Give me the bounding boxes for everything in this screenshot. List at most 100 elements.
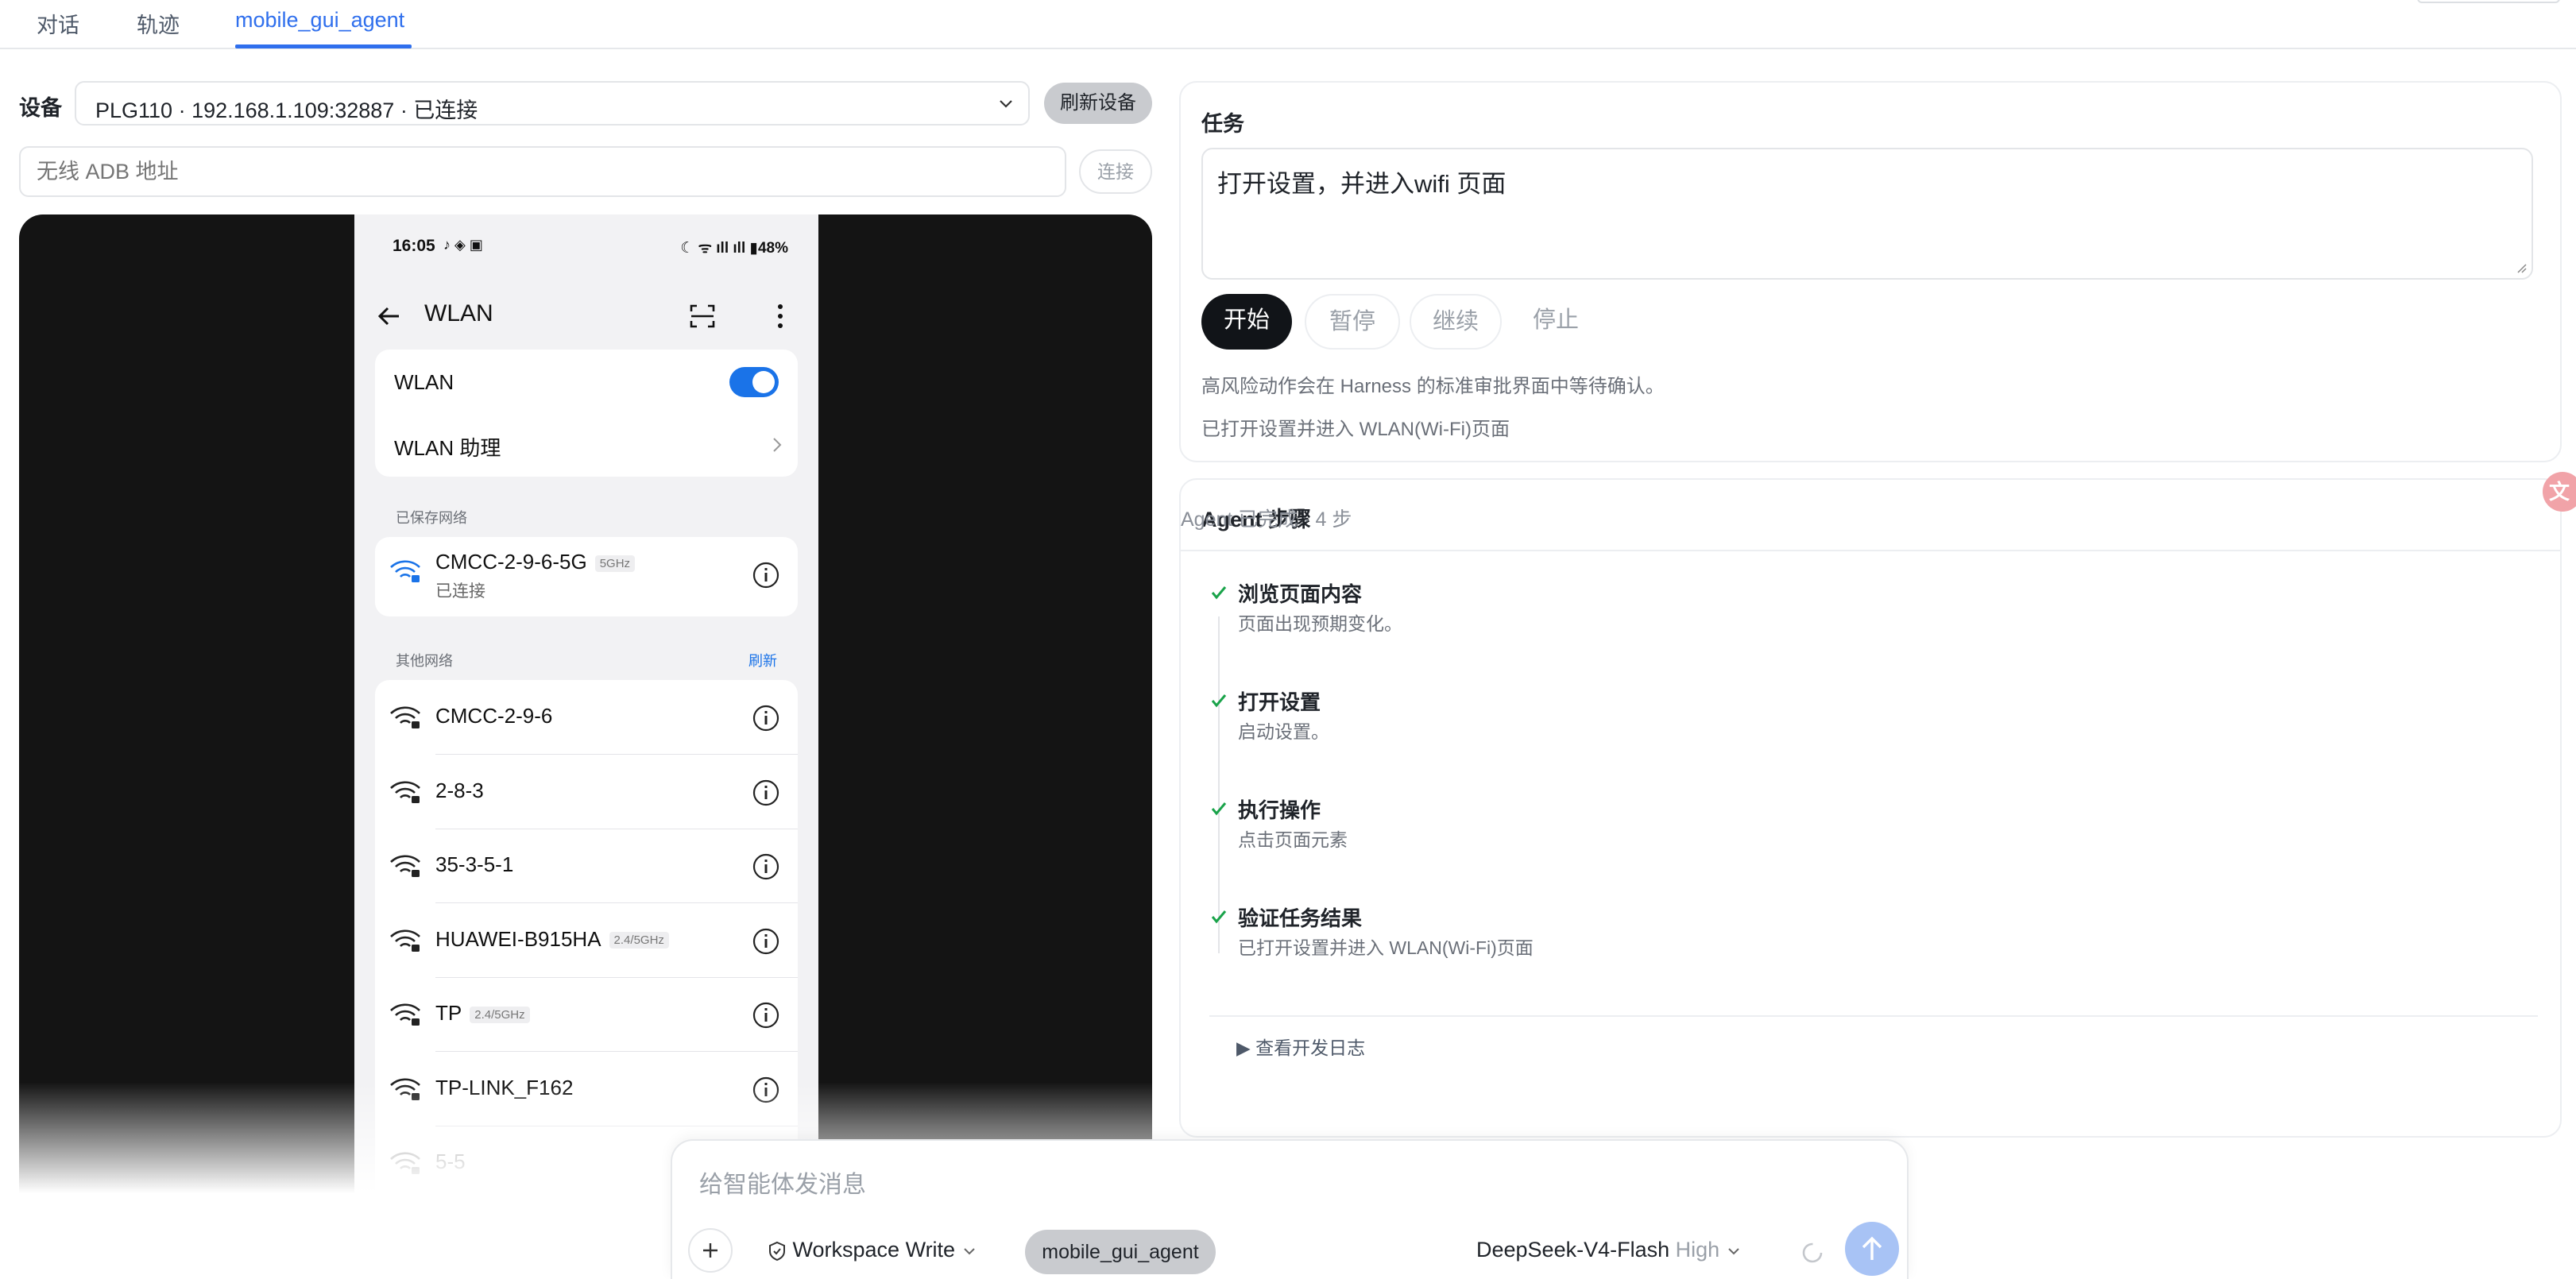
refresh-device-button[interactable]: 刷新设备 [1044, 83, 1152, 124]
model-name: DeepSeek-V4-Flash [1476, 1238, 1670, 1262]
dev-log-toggle[interactable]: ▶ 查看开发日志 [1236, 1033, 1365, 1060]
step-item: 执行操作 点击页面元素 [1209, 794, 1924, 890]
step-item: 打开设置 启动设置。 [1209, 686, 1924, 782]
network-row[interactable]: 35-3-5-1 [375, 829, 798, 903]
step-title: 验证任务结果 [1238, 906, 1363, 930]
phone-status-bar: 16:05 ♪ ◈ ▣ ☾ ᯤ ıll ıll ▮48% [354, 214, 818, 273]
band-badge: 5GHz [594, 554, 636, 572]
saved-network-name: CMCC-2-9-6-5G 5GHz [435, 550, 636, 574]
step-title: 执行操作 [1238, 798, 1321, 822]
task-input[interactable]: 打开设置，并进入wifi 页面 [1201, 148, 2533, 280]
device-screen-mirror: 16:05 ♪ ◈ ▣ ☾ ᯤ ıll ıll ▮48% WLAN WLAN W… [19, 214, 1152, 1193]
arrow-up-icon [1862, 1236, 1882, 1260]
network-row[interactable]: 2-8-3 [375, 755, 798, 829]
resize-grip-icon[interactable] [2514, 261, 2527, 273]
wlan-assistant-label[interactable]: WLAN 助理 [394, 432, 501, 462]
step-item: 浏览页面内容 页面出现预期变化。 [1209, 578, 1924, 674]
phone-screen[interactable]: 16:05 ♪ ◈ ▣ ☾ ᯤ ıll ıll ▮48% WLAN WLAN W… [354, 214, 818, 1193]
wifi-secure-icon [390, 855, 420, 877]
scan-icon[interactable] [688, 302, 717, 330]
network-row[interactable]: TP 2.4/5GHz [375, 977, 798, 1052]
phone-app-bar: WLAN [354, 288, 818, 343]
loading-spinner-icon [1802, 1242, 1823, 1263]
stop-button[interactable]: 停止 [1510, 294, 1602, 350]
approval-note: 高风险动作会在 Harness 的标准审批界面中等待确认。 [1201, 376, 1665, 397]
info-icon[interactable] [752, 561, 780, 589]
info-icon[interactable] [752, 779, 780, 807]
band-badge: 2.4/5GHz [470, 1006, 530, 1023]
refresh-networks-link[interactable]: 刷新 [748, 650, 777, 670]
permission-selector[interactable]: Workspace Write [768, 1238, 977, 1262]
device-select[interactable]: PLG110 · 192.168.1.109:32887 · 已连接 [75, 81, 1030, 126]
phone-page-title: WLAN [424, 300, 493, 327]
check-icon [1211, 802, 1227, 816]
more-vertical-icon[interactable] [776, 302, 785, 330]
chevron-right-icon [773, 438, 782, 452]
network-name: 35-3-5-1 [435, 852, 514, 876]
plus-icon [703, 1243, 717, 1258]
message-input[interactable]: 给智能体发消息 [699, 1165, 866, 1200]
tab-trajectory[interactable]: 轨迹 [137, 8, 180, 39]
model-selector[interactable]: DeepSeek-V4-Flash High [1476, 1238, 1742, 1262]
chevron-down-icon [1727, 1248, 1739, 1255]
wifi-secure-icon [390, 560, 420, 582]
wlan-settings-card: WLAN WLAN 助理 [375, 350, 798, 477]
wlan-toggle[interactable] [729, 367, 779, 397]
chevron-down-icon [1000, 100, 1012, 108]
step-desc: 启动设置。 [1238, 721, 1329, 742]
step-desc: 已打开设置并进入 WLAN(Wi-Fi)页面 [1238, 937, 1534, 958]
connect-button[interactable]: 连接 [1079, 149, 1152, 194]
check-icon [1211, 694, 1227, 708]
shield-icon [769, 1241, 785, 1261]
info-icon[interactable] [752, 704, 780, 732]
message-composer: 给智能体发消息 Workspace Write mobile_gui_agent… [671, 1139, 1909, 1279]
step-desc: 页面出现预期变化。 [1238, 613, 1402, 634]
network-row[interactable]: HUAWEI-B915HA 2.4/5GHz [375, 903, 798, 978]
task-input-text: 打开设置，并进入wifi 页面 [1217, 170, 1507, 198]
network-name: HUAWEI-B915HA 2.4/5GHz [435, 927, 669, 952]
status-time: 16:05 [393, 237, 435, 255]
status-notification-icons: ♪ ◈ ▣ [443, 237, 483, 253]
agent-steps-panel: Agent 步骤 Agent 已完成 · 4 步 浏览页面内容 页面出现预期变化… [1179, 478, 2562, 1138]
back-arrow-icon[interactable] [375, 302, 404, 330]
steps-status: Agent 已完成 · 4 步 [1181, 508, 1352, 531]
pause-button[interactable]: 暂停 [1305, 294, 1400, 350]
translate-icon[interactable]: 文 [2543, 472, 2576, 512]
saved-network-row[interactable]: CMCC-2-9-6-5G 5GHz 已连接 [375, 537, 798, 612]
wifi-secure-icon [390, 1003, 420, 1026]
network-name: TP 2.4/5GHz [435, 1001, 530, 1026]
info-icon[interactable] [752, 852, 780, 881]
wifi-secure-icon [390, 780, 420, 803]
device-select-value: PLG110 · 192.168.1.109:32887 · 已连接 [95, 99, 478, 122]
start-button[interactable]: 开始 [1201, 294, 1292, 350]
add-attachment-button[interactable] [688, 1228, 733, 1273]
check-icon [1211, 586, 1227, 600]
step-title: 打开设置 [1238, 690, 1321, 714]
tab-chat[interactable]: 对话 [37, 8, 79, 39]
wlan-toggle-label: WLAN [394, 370, 454, 394]
task-heading: 任务 [1201, 112, 1244, 136]
band-badge: 2.4/5GHz [609, 932, 669, 949]
adb-address-input[interactable] [19, 146, 1066, 197]
network-row[interactable]: CMCC-2-9-6 [375, 680, 798, 755]
send-button[interactable] [1845, 1222, 1899, 1276]
other-networks-caption: 其他网络 [396, 653, 453, 669]
wifi-secure-icon [390, 706, 420, 728]
step-title: 浏览页面内容 [1238, 582, 1363, 606]
saved-network-card[interactable]: CMCC-2-9-6-5G 5GHz 已连接 [375, 537, 798, 616]
divider [1181, 550, 2560, 551]
info-icon[interactable] [752, 927, 780, 956]
info-icon[interactable] [752, 1001, 780, 1030]
network-name: CMCC-2-9-6 [435, 704, 553, 728]
wifi-secure-icon [390, 929, 420, 952]
reasoning-level: High [1675, 1238, 1720, 1262]
saved-networks-caption: 已保存网络 [396, 510, 467, 526]
resume-button[interactable]: 继续 [1410, 294, 1502, 350]
tab-mobile-gui-agent[interactable]: mobile_gui_agent [235, 8, 404, 33]
device-label: 设备 [19, 96, 62, 120]
agent-chip[interactable]: mobile_gui_agent [1025, 1230, 1216, 1274]
top-right-control[interactable] [2417, 0, 2560, 3]
chevron-down-icon [963, 1248, 975, 1255]
top-tab-bar: 对话 轨迹 mobile_gui_agent [0, 0, 2576, 49]
step-desc: 点击页面元素 [1238, 829, 1348, 850]
